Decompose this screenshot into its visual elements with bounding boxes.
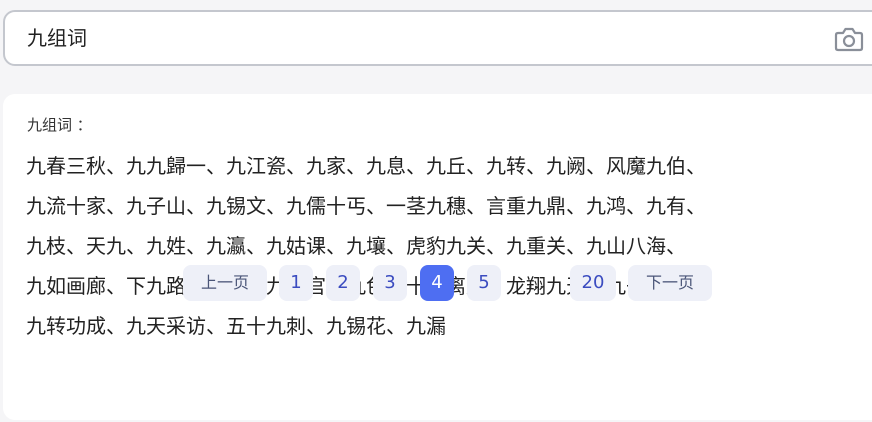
page-4-button[interactable]: 4: [420, 265, 454, 301]
page-20-button[interactable]: 20: [570, 265, 616, 301]
next-page-button[interactable]: 下一页: [628, 265, 712, 301]
prev-page-button[interactable]: 上一页: [183, 265, 267, 301]
page-3-button[interactable]: 3: [373, 265, 407, 301]
word-list: 九春三秋、九九歸一、九江瓷、九家、九息、九丘、九转、九阙、风魔九伯、 九流十家、…: [26, 146, 856, 346]
page-2-button[interactable]: 2: [326, 265, 360, 301]
card-title: 九组词 ：: [27, 116, 92, 134]
word-line: 九转功成、九天采访、五十九刺、九锡花、九漏: [26, 314, 446, 338]
word-line: 九枝、天九、九姓、九瀛、九姑课、九壤、虎豹九关、九重关、九山八海、: [26, 234, 686, 258]
pagination: 上一页 1 2 3 4 5 ... 20 下一页: [0, 265, 872, 301]
word-line: 九流十家、九子山、九锡文、九儒十丐、一茎九穗、言重九鼎、九鸿、九有、: [26, 194, 706, 218]
page-5-button[interactable]: 5: [467, 265, 501, 301]
camera-icon[interactable]: [833, 25, 865, 53]
word-result-card: 九组词 ： 九春三秋、九九歸一、九江瓷、九家、九息、九丘、九转、九阙、风魔九伯、…: [3, 94, 872, 420]
page-1-button[interactable]: 1: [279, 265, 313, 301]
page-ellipsis: ...: [527, 272, 545, 293]
word-line: 九春三秋、九九歸一、九江瓷、九家、九息、九丘、九转、九阙、风魔九伯、: [26, 154, 706, 178]
search-bar: [3, 10, 872, 66]
search-input[interactable]: [27, 12, 727, 64]
